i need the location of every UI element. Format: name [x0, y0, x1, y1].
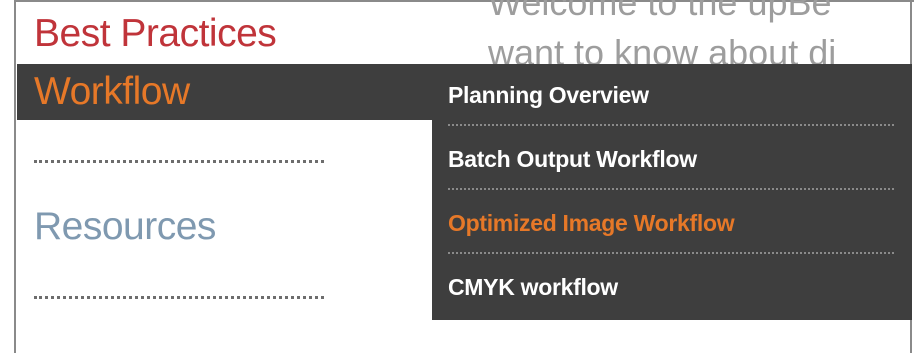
menu-separator	[448, 188, 894, 190]
welcome-line-1: Welcome to the upBe	[488, 0, 832, 23]
menu-item-cmyk-workflow[interactable]: CMYK workflow	[448, 274, 618, 301]
page-frame: Welcome to the upBe want to know about d…	[0, 0, 914, 353]
menu-separator	[448, 124, 894, 126]
nav-link-resources[interactable]: Resources	[34, 205, 216, 249]
menu-separator	[448, 252, 894, 254]
nav-link-workflow[interactable]: Workflow	[34, 70, 190, 114]
menu-item-planning-overview[interactable]: Planning Overview	[448, 82, 649, 109]
menu-item-batch-output-workflow[interactable]: Batch Output Workflow	[448, 146, 697, 173]
menu-item-optimized-image-workflow[interactable]: Optimized Image Workflow	[448, 210, 735, 237]
nav-divider	[34, 296, 324, 299]
nav-link-best-practices[interactable]: Best Practices	[34, 12, 277, 56]
nav-divider	[34, 160, 324, 163]
workflow-dropdown-menu: Planning Overview Batch Output Workflow …	[432, 64, 912, 320]
frame-border-left	[14, 0, 16, 353]
